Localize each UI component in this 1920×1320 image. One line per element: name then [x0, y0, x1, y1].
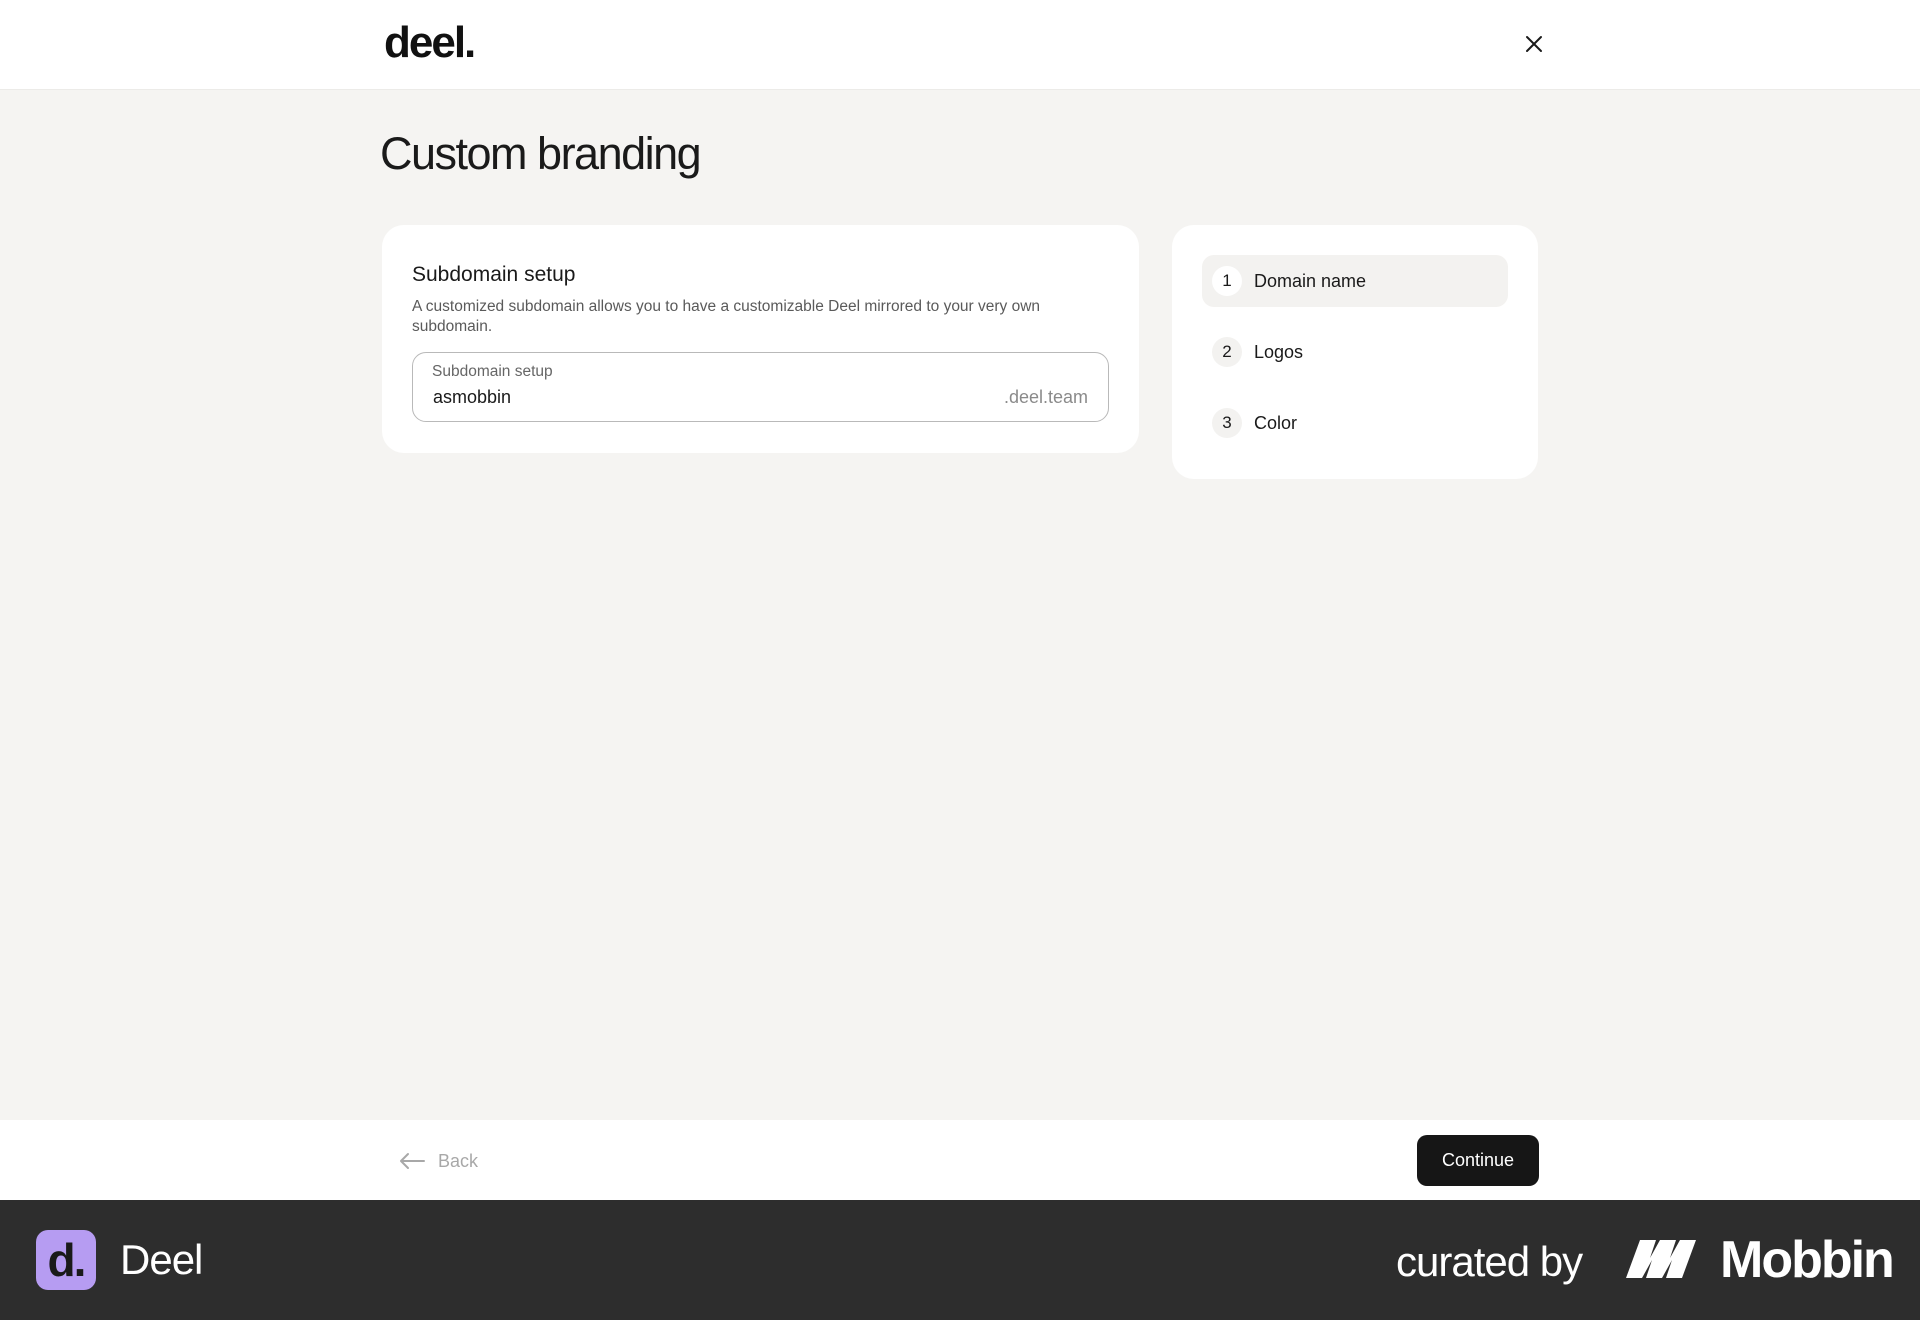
curated-by-text: curated by	[1396, 1238, 1583, 1285]
back-button[interactable]: Back	[398, 1146, 478, 1176]
subdomain-field-label: Subdomain setup	[432, 363, 553, 380]
subdomain-field[interactable]: Subdomain setup .deel.team	[412, 352, 1109, 422]
step-label: Domain name	[1254, 270, 1367, 291]
steps-card: 1 Domain name 2 Logos 3 Color	[1172, 225, 1538, 479]
app-name: Deel	[120, 1236, 203, 1283]
subdomain-card: Subdomain setup A customized subdomain a…	[382, 225, 1139, 453]
continue-button[interactable]: Continue	[1417, 1135, 1539, 1186]
subdomain-suffix: .deel.team	[1003, 387, 1088, 407]
bottom-action-bar: Back Continue	[0, 1120, 1920, 1200]
step-number: 1	[1212, 266, 1242, 296]
deel-app-icon: d.	[36, 1230, 96, 1290]
step-color[interactable]: 3 Color	[1202, 397, 1508, 449]
close-icon	[1526, 36, 1542, 52]
step-logos[interactable]: 2 Logos	[1202, 326, 1508, 378]
card-description: A customized subdomain allows you to hav…	[412, 298, 1041, 335]
top-bar: deel.	[0, 0, 1920, 90]
step-number: 3	[1212, 408, 1242, 438]
mobbin-logo-icon	[1626, 1240, 1696, 1278]
step-label: Color	[1254, 412, 1298, 433]
step-number: 2	[1212, 337, 1242, 367]
back-label: Back	[438, 1150, 479, 1171]
subdomain-input[interactable]	[433, 387, 953, 408]
attribution-footer: d. Deel curated by Mobbin	[0, 1200, 1920, 1320]
arrow-left-icon	[400, 1153, 425, 1169]
page-title: Custom branding	[380, 128, 702, 179]
mobbin-wordmark: Mobbin	[1720, 1231, 1895, 1289]
close-button[interactable]	[1518, 28, 1550, 60]
card-heading: Subdomain setup	[412, 263, 576, 286]
step-domain-name[interactable]: 1 Domain name	[1202, 255, 1508, 307]
step-label: Logos	[1254, 341, 1304, 362]
deel-logo[interactable]: deel.	[384, 18, 476, 68]
